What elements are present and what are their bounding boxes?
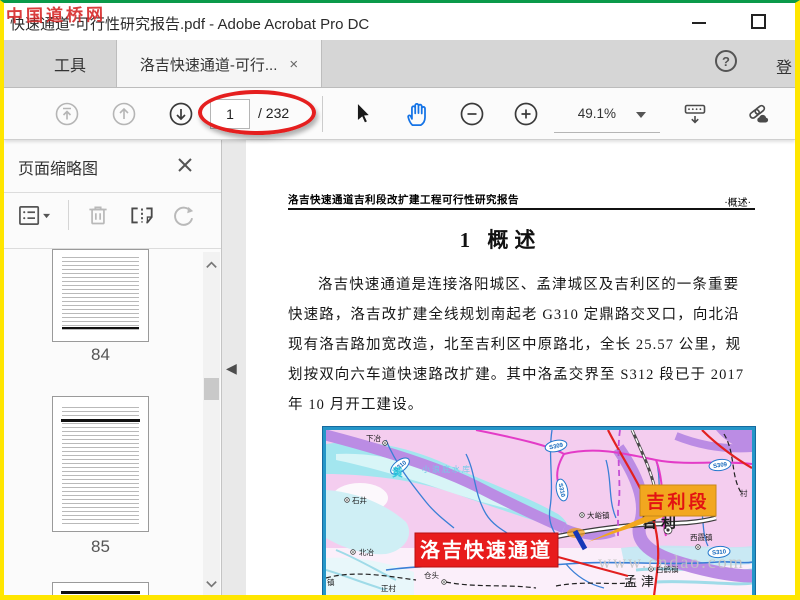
map-label: 北冶 [359,547,374,557]
thumbnail-label-84: 84 [52,345,149,365]
paragraph-line: 快速路，洛吉改扩建全线规划南起老 G310 定鼎路交叉口，向北沿 [288,300,758,330]
paragraph-line: 划按双向六车道快速路改扩建。其中洛孟交界至 S312 段已于 2017 [288,360,758,390]
collapse-panel-icon[interactable]: ◀ [226,360,237,377]
site-watermark-bottom: www.cndao.com [598,552,745,573]
scroll-up-icon[interactable] [204,258,219,270]
thumbnail-text-lines [62,254,139,331]
delete-pages-icon[interactable] [84,202,112,230]
map-label: 仓头 [424,570,439,580]
thumbnail-page-84[interactable] [52,249,149,342]
page-header-rule [288,208,755,210]
route-banner-label: 洛吉快速通道 [420,538,552,562]
page-header-left: 洛吉快速通道吉利段改扩建工程可行性研究报告 [288,192,519,207]
acrobat-window: 中国道桥网 快速通道-可行性研究报告.pdf - Adobe Acrobat P… [0,0,800,600]
section-callout-label: 吉利段 [647,491,710,512]
panel-title: 页面缩略图 [18,155,98,179]
scrollbar-thumb[interactable] [204,378,219,400]
tab-tools[interactable]: 工具 [24,40,116,88]
thumbnail-rule [61,419,140,422]
tab-bar: 工具 洛吉快速通道-可行... × ? 登 [4,40,795,88]
maximize-button[interactable] [751,14,766,29]
section-heading: 1 概述 [246,224,755,254]
next-page-icon[interactable] [168,101,194,127]
insert-pages-icon[interactable] [128,202,156,230]
panel-toolbar-separator [68,200,69,230]
main-toolbar: 1 / 232 49.1% [4,88,795,140]
map-label: 孟津 [624,574,658,589]
thumbnail-page-85[interactable] [52,396,149,532]
zoom-dropdown-caret-icon[interactable] [636,112,646,118]
zoom-level-value[interactable]: 49.1% [560,106,616,121]
tab-document[interactable]: 洛吉快速通道-可行... × [116,40,322,88]
thumbnail-page-86[interactable] [52,582,149,596]
zoom-in-icon[interactable] [513,101,539,127]
panel-divider [4,192,221,193]
minimize-button[interactable] [692,22,706,24]
content-area: 页面缩略图 [4,140,795,595]
map-label: 石井 [352,495,367,505]
thumbnail-rule [61,591,140,594]
thumbnail-rule [62,327,139,329]
first-page-icon[interactable] [54,101,80,127]
map-label: 小浪底水库 [422,464,472,474]
tab-close-icon[interactable]: × [289,56,298,73]
scroll-down-icon[interactable] [204,577,219,589]
map-label: 下冶 [366,433,381,443]
hide-toolbar-icon[interactable] [682,101,708,127]
thumbnails-panel: 页面缩略图 [4,140,222,595]
hand-tool-icon[interactable] [404,100,430,126]
page-total-label: / 232 [258,105,289,121]
map-label: 镇 [327,577,335,587]
thumbnail-text-lines [62,404,139,524]
map-label: 大峪镇 [587,510,610,520]
tab-document-label: 洛吉快速通道-可行... [140,54,278,75]
previous-page-icon[interactable] [111,101,137,127]
select-tool-icon[interactable] [350,100,376,126]
panel-collapse-strip: ◀ [222,140,246,595]
thumbnail-label-85: 85 [52,537,149,557]
body-paragraph: 洛吉快速通道是连接洛阳城区、孟津城区及吉利区的一条重要 快速路，洛吉改扩建全线规… [288,270,758,420]
signin-link[interactable]: 登 [776,54,792,78]
rotate-pages-icon[interactable] [170,202,198,230]
zoom-underline [554,132,660,133]
page-number-input[interactable]: 1 [210,99,250,129]
share-link-cloud-icon[interactable] [746,101,772,127]
title-bar: 中国道桥网 快速通道-可行性研究报告.pdf - Adobe Acrobat P… [4,3,795,40]
map-label: 正村 [381,583,396,593]
help-icon[interactable]: ? [715,50,737,72]
site-watermark-top: 中国道桥网 [6,0,106,27]
toolbar-separator [322,96,323,132]
paragraph-line: 年 10 月开工建设。 [288,390,758,420]
page-header-right: ·概述· [724,194,751,209]
thumbnail-options-icon[interactable] [16,202,44,230]
pdf-page: 洛吉快速通道吉利段改扩建工程可行性研究报告 ·概述· 1 概述 洛吉快速通道是连… [246,140,795,595]
panel-close-icon[interactable] [176,156,194,174]
panel-scrollbar[interactable] [203,252,220,595]
paragraph-line: 现有洛吉路加宽改造，北至吉利区中原路北，全长 25.57 公里，规 [288,330,758,360]
paragraph-line: 洛吉快速通道是连接洛阳城区、孟津城区及吉利区的一条重要 [288,270,758,300]
map-label: 黄 [392,465,403,479]
zoom-out-icon[interactable] [459,101,485,127]
map-label: 西霞镇 [690,532,713,542]
map-label: 村 [740,488,748,498]
